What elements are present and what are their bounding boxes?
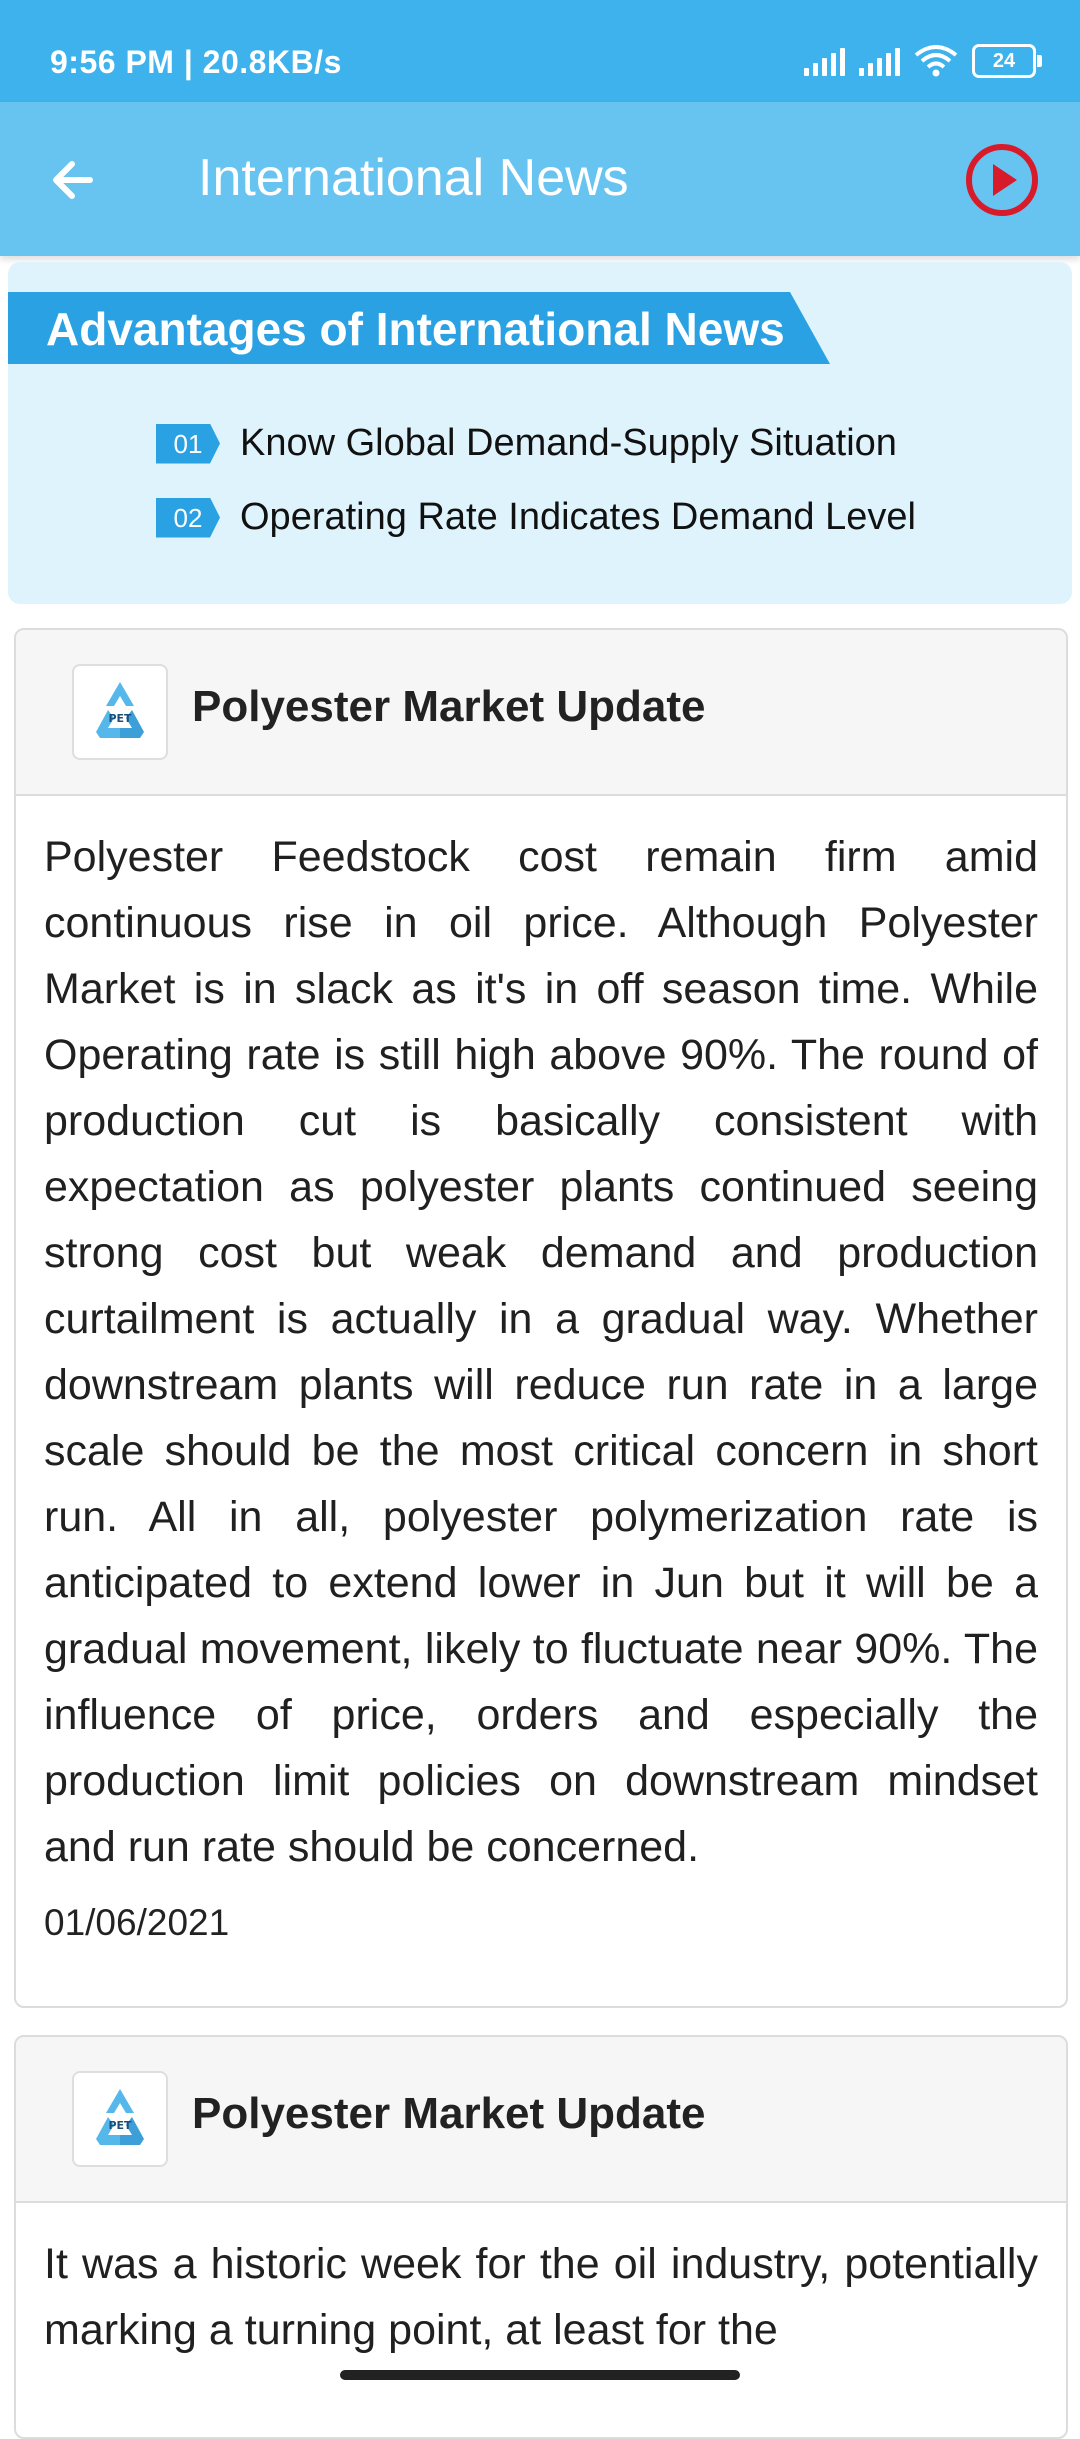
banner-ribbon: Advantages of International News bbox=[8, 292, 830, 364]
news-card[interactable]: PET Polyester Market Update Polyester Fe… bbox=[14, 628, 1068, 2008]
advantages-banner: Advantages of International News 01 Know… bbox=[8, 262, 1072, 604]
status-time: 9:56 PM | 20.8KB/s bbox=[50, 44, 342, 80]
recycle-logo-icon: PET bbox=[72, 2071, 168, 2167]
advantage-item: 02 Operating Rate Indicates Demand Level bbox=[156, 496, 916, 539]
wifi-icon bbox=[914, 45, 958, 77]
card-header: PET Polyester Market Update bbox=[16, 2037, 1066, 2203]
advantage-item: 01 Know Global Demand-Supply Situation bbox=[156, 422, 897, 465]
advantage-text: Operating Rate Indicates Demand Level bbox=[240, 496, 916, 538]
arrow-left-icon[interactable] bbox=[40, 144, 112, 216]
article-date: 01/06/2021 bbox=[44, 1902, 230, 1943]
banner-heading: Advantages of International News bbox=[46, 303, 785, 355]
play-circle-icon[interactable] bbox=[962, 140, 1042, 220]
logo-text: PET bbox=[108, 712, 132, 725]
signal-icon bbox=[804, 46, 845, 76]
status-icons: 24 bbox=[804, 44, 1042, 78]
advantage-text: Know Global Demand-Supply Situation bbox=[240, 422, 897, 464]
status-bar: 9:56 PM | 20.8KB/s 24 bbox=[0, 0, 1080, 102]
home-indicator[interactable] bbox=[340, 2370, 740, 2380]
app-bar: International News bbox=[0, 102, 1080, 256]
card-title: Polyester Market Update bbox=[192, 682, 706, 731]
card-header: PET Polyester Market Update bbox=[16, 630, 1066, 796]
page-title: International News bbox=[198, 149, 629, 207]
signal-icon bbox=[859, 46, 900, 76]
article-body: It was a historic week for the oil indus… bbox=[44, 2240, 1038, 2354]
battery-icon: 24 bbox=[972, 44, 1042, 78]
article-body: Polyester Feedstock cost remain firm ami… bbox=[44, 833, 1038, 1871]
card-title: Polyester Market Update bbox=[192, 2089, 706, 2138]
logo-text: PET bbox=[108, 2119, 132, 2132]
item-number-badge: 02 bbox=[156, 497, 220, 538]
recycle-logo-icon: PET bbox=[72, 664, 168, 760]
item-number-badge: 01 bbox=[156, 423, 220, 464]
